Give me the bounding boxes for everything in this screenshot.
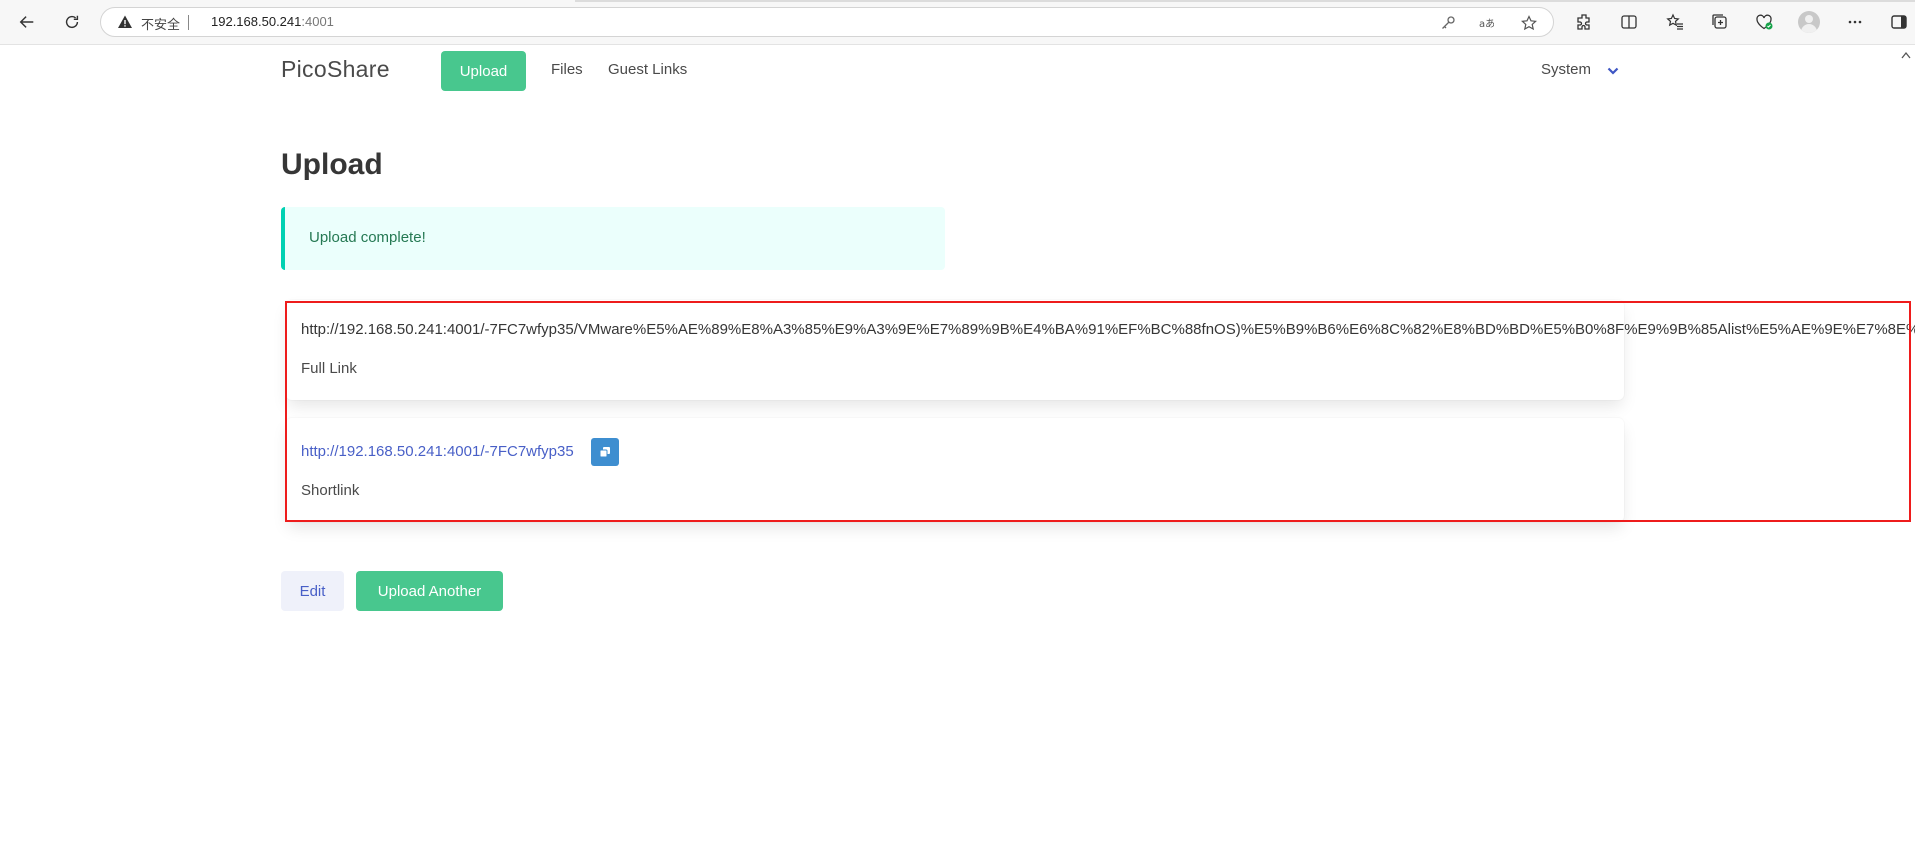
chevron-down-icon[interactable] (1606, 64, 1620, 78)
reload-button[interactable] (59, 9, 85, 35)
browser-toolbar: 不安全 192.168.50.241:4001 aあ (0, 0, 1915, 45)
full-link-label: Full Link (301, 360, 357, 377)
copy-shortlink-button[interactable] (591, 438, 619, 466)
warning-icon (118, 15, 132, 28)
upload-complete-notice: Upload complete! (281, 207, 945, 270)
arrow-left-icon (19, 16, 34, 28)
copy-icon (599, 447, 610, 458)
page-title: Upload (281, 148, 383, 181)
more-options-icon[interactable] (1843, 10, 1867, 34)
url-host: 192.168.50.241 (211, 14, 302, 29)
reload-icon (65, 15, 79, 29)
url-text[interactable]: 192.168.50.241:4001 (211, 14, 334, 29)
shortlink-card: http://192.168.50.241:4001/-7FC7wfyp35 S… (286, 418, 1624, 522)
notice-text: Upload complete! (309, 229, 426, 246)
nav-guest-links-link[interactable]: Guest Links (608, 61, 687, 78)
back-button[interactable] (14, 9, 40, 35)
edit-button[interactable]: Edit (281, 571, 344, 611)
full-link-url[interactable]: http://192.168.50.241:4001/-7FC7wfyp35/V… (301, 321, 1915, 338)
shortlink-url[interactable]: http://192.168.50.241:4001/-7FC7wfyp35 (301, 443, 574, 460)
sidebar-toggle-icon[interactable] (1889, 10, 1909, 34)
nav-files-link[interactable]: Files (551, 61, 583, 78)
favorite-star-icon[interactable] (1519, 13, 1539, 33)
favorites-icon[interactable] (1663, 10, 1687, 34)
address-bar[interactable]: 不安全 192.168.50.241:4001 aあ (100, 7, 1554, 37)
profile-avatar[interactable] (1798, 11, 1820, 33)
collections-icon[interactable] (1708, 10, 1732, 34)
extensions-icon[interactable] (1572, 10, 1596, 34)
shortlink-label: Shortlink (301, 482, 360, 499)
brand-logo[interactable]: PicoShare (281, 56, 390, 83)
scroll-up-arrow-icon[interactable] (1900, 50, 1912, 60)
browser-essentials-icon[interactable] (1752, 10, 1776, 34)
read-aloud-icon[interactable]: aあ (1476, 13, 1496, 33)
security-label[interactable]: 不安全 (141, 14, 180, 33)
url-port: :4001 (301, 14, 334, 29)
upload-another-button[interactable]: Upload Another (356, 571, 503, 611)
svg-text:aあ: aあ (1479, 18, 1494, 30)
address-divider (188, 15, 189, 30)
split-screen-icon[interactable] (1617, 10, 1641, 34)
nav-upload-button[interactable]: Upload (441, 51, 526, 91)
tab-strip (0, 0, 1915, 2)
password-key-icon[interactable] (1438, 13, 1458, 33)
nav-system-menu[interactable]: System (1541, 61, 1591, 78)
full-link-card: http://192.168.50.241:4001/-7FC7wfyp35/V… (286, 300, 1915, 400)
